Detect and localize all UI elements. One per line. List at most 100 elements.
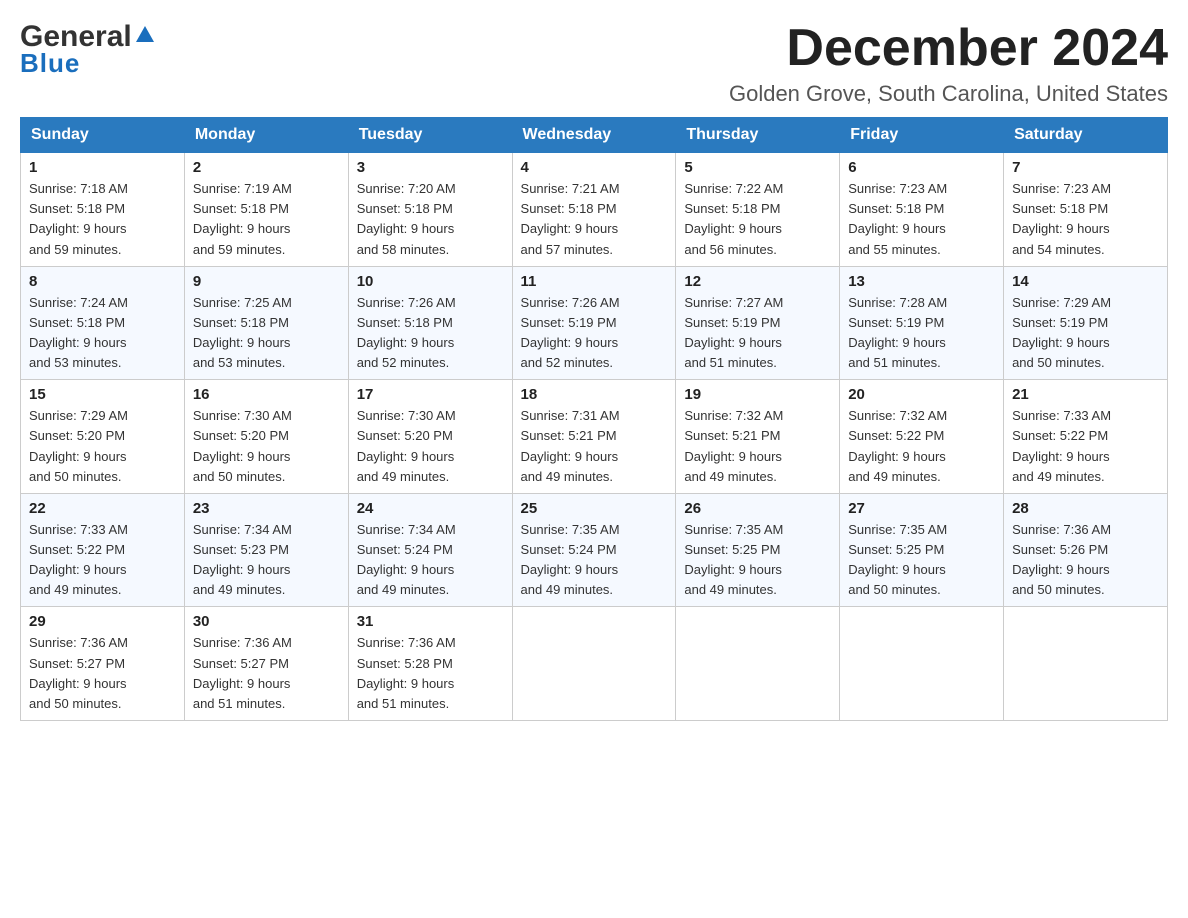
col-sunday: Sunday	[21, 118, 185, 153]
day-info: Sunrise: 7:30 AMSunset: 5:20 PMDaylight:…	[357, 408, 456, 483]
day-number: 21	[1012, 386, 1159, 403]
calendar-day-cell: 25 Sunrise: 7:35 AMSunset: 5:24 PMDaylig…	[512, 493, 676, 607]
day-info: Sunrise: 7:24 AMSunset: 5:18 PMDaylight:…	[29, 295, 128, 370]
day-info: Sunrise: 7:32 AMSunset: 5:22 PMDaylight:…	[848, 408, 947, 483]
day-info: Sunrise: 7:26 AMSunset: 5:19 PMDaylight:…	[521, 295, 620, 370]
day-info: Sunrise: 7:22 AMSunset: 5:18 PMDaylight:…	[684, 181, 783, 256]
logo: General Blue	[20, 20, 158, 79]
day-info: Sunrise: 7:33 AMSunset: 5:22 PMDaylight:…	[29, 522, 128, 597]
day-number: 15	[29, 386, 176, 403]
calendar-day-cell	[512, 607, 676, 721]
calendar-day-cell: 11 Sunrise: 7:26 AMSunset: 5:19 PMDaylig…	[512, 266, 676, 380]
col-thursday: Thursday	[676, 118, 840, 153]
calendar-day-cell: 8 Sunrise: 7:24 AMSunset: 5:18 PMDayligh…	[21, 266, 185, 380]
day-info: Sunrise: 7:35 AMSunset: 5:25 PMDaylight:…	[848, 522, 947, 597]
day-info: Sunrise: 7:34 AMSunset: 5:24 PMDaylight:…	[357, 522, 456, 597]
day-number: 29	[29, 613, 176, 630]
col-tuesday: Tuesday	[348, 118, 512, 153]
page-header: General Blue December 2024 Golden Grove,…	[20, 20, 1168, 107]
title-area: December 2024 Golden Grove, South Caroli…	[729, 20, 1168, 107]
day-number: 14	[1012, 273, 1159, 290]
calendar-day-cell: 14 Sunrise: 7:29 AMSunset: 5:19 PMDaylig…	[1004, 266, 1168, 380]
day-number: 24	[357, 500, 504, 517]
calendar-week-row: 22 Sunrise: 7:33 AMSunset: 5:22 PMDaylig…	[21, 493, 1168, 607]
day-number: 26	[684, 500, 831, 517]
col-friday: Friday	[840, 118, 1004, 153]
day-info: Sunrise: 7:30 AMSunset: 5:20 PMDaylight:…	[193, 408, 292, 483]
calendar-day-cell: 23 Sunrise: 7:34 AMSunset: 5:23 PMDaylig…	[184, 493, 348, 607]
calendar-day-cell: 28 Sunrise: 7:36 AMSunset: 5:26 PMDaylig…	[1004, 493, 1168, 607]
day-number: 30	[193, 613, 340, 630]
day-number: 16	[193, 386, 340, 403]
calendar-day-cell: 9 Sunrise: 7:25 AMSunset: 5:18 PMDayligh…	[184, 266, 348, 380]
calendar-day-cell: 1 Sunrise: 7:18 AMSunset: 5:18 PMDayligh…	[21, 153, 185, 267]
calendar-header-row: Sunday Monday Tuesday Wednesday Thursday…	[21, 118, 1168, 153]
calendar-day-cell: 13 Sunrise: 7:28 AMSunset: 5:19 PMDaylig…	[840, 266, 1004, 380]
calendar-day-cell	[676, 607, 840, 721]
calendar-day-cell: 3 Sunrise: 7:20 AMSunset: 5:18 PMDayligh…	[348, 153, 512, 267]
calendar-week-row: 1 Sunrise: 7:18 AMSunset: 5:18 PMDayligh…	[21, 153, 1168, 267]
calendar-day-cell: 29 Sunrise: 7:36 AMSunset: 5:27 PMDaylig…	[21, 607, 185, 721]
day-number: 5	[684, 159, 831, 176]
day-info: Sunrise: 7:34 AMSunset: 5:23 PMDaylight:…	[193, 522, 292, 597]
day-info: Sunrise: 7:35 AMSunset: 5:24 PMDaylight:…	[521, 522, 620, 597]
calendar-day-cell: 20 Sunrise: 7:32 AMSunset: 5:22 PMDaylig…	[840, 380, 1004, 494]
calendar-day-cell: 16 Sunrise: 7:30 AMSunset: 5:20 PMDaylig…	[184, 380, 348, 494]
calendar-day-cell: 15 Sunrise: 7:29 AMSunset: 5:20 PMDaylig…	[21, 380, 185, 494]
day-info: Sunrise: 7:23 AMSunset: 5:18 PMDaylight:…	[1012, 181, 1111, 256]
calendar-day-cell: 31 Sunrise: 7:36 AMSunset: 5:28 PMDaylig…	[348, 607, 512, 721]
calendar-day-cell: 17 Sunrise: 7:30 AMSunset: 5:20 PMDaylig…	[348, 380, 512, 494]
day-number: 10	[357, 273, 504, 290]
day-number: 31	[357, 613, 504, 630]
calendar-day-cell: 24 Sunrise: 7:34 AMSunset: 5:24 PMDaylig…	[348, 493, 512, 607]
location-subtitle: Golden Grove, South Carolina, United Sta…	[729, 81, 1168, 107]
day-info: Sunrise: 7:36 AMSunset: 5:28 PMDaylight:…	[357, 635, 456, 710]
calendar-day-cell: 12 Sunrise: 7:27 AMSunset: 5:19 PMDaylig…	[676, 266, 840, 380]
day-info: Sunrise: 7:32 AMSunset: 5:21 PMDaylight:…	[684, 408, 783, 483]
calendar-day-cell: 5 Sunrise: 7:22 AMSunset: 5:18 PMDayligh…	[676, 153, 840, 267]
col-saturday: Saturday	[1004, 118, 1168, 153]
day-info: Sunrise: 7:33 AMSunset: 5:22 PMDaylight:…	[1012, 408, 1111, 483]
calendar-table: Sunday Monday Tuesday Wednesday Thursday…	[20, 117, 1168, 721]
day-number: 3	[357, 159, 504, 176]
calendar-day-cell: 22 Sunrise: 7:33 AMSunset: 5:22 PMDaylig…	[21, 493, 185, 607]
day-info: Sunrise: 7:25 AMSunset: 5:18 PMDaylight:…	[193, 295, 292, 370]
calendar-day-cell: 10 Sunrise: 7:26 AMSunset: 5:18 PMDaylig…	[348, 266, 512, 380]
col-wednesday: Wednesday	[512, 118, 676, 153]
day-info: Sunrise: 7:20 AMSunset: 5:18 PMDaylight:…	[357, 181, 456, 256]
day-number: 4	[521, 159, 668, 176]
calendar-day-cell: 6 Sunrise: 7:23 AMSunset: 5:18 PMDayligh…	[840, 153, 1004, 267]
day-number: 2	[193, 159, 340, 176]
calendar-day-cell	[1004, 607, 1168, 721]
day-number: 22	[29, 500, 176, 517]
day-info: Sunrise: 7:29 AMSunset: 5:20 PMDaylight:…	[29, 408, 128, 483]
day-number: 23	[193, 500, 340, 517]
day-number: 9	[193, 273, 340, 290]
day-number: 8	[29, 273, 176, 290]
calendar-day-cell: 4 Sunrise: 7:21 AMSunset: 5:18 PMDayligh…	[512, 153, 676, 267]
day-number: 17	[357, 386, 504, 403]
day-number: 19	[684, 386, 831, 403]
calendar-day-cell: 18 Sunrise: 7:31 AMSunset: 5:21 PMDaylig…	[512, 380, 676, 494]
calendar-day-cell: 27 Sunrise: 7:35 AMSunset: 5:25 PMDaylig…	[840, 493, 1004, 607]
day-number: 28	[1012, 500, 1159, 517]
calendar-day-cell: 30 Sunrise: 7:36 AMSunset: 5:27 PMDaylig…	[184, 607, 348, 721]
month-title: December 2024	[729, 20, 1168, 77]
day-info: Sunrise: 7:29 AMSunset: 5:19 PMDaylight:…	[1012, 295, 1111, 370]
calendar-day-cell: 7 Sunrise: 7:23 AMSunset: 5:18 PMDayligh…	[1004, 153, 1168, 267]
day-number: 12	[684, 273, 831, 290]
calendar-day-cell: 2 Sunrise: 7:19 AMSunset: 5:18 PMDayligh…	[184, 153, 348, 267]
calendar-week-row: 15 Sunrise: 7:29 AMSunset: 5:20 PMDaylig…	[21, 380, 1168, 494]
day-info: Sunrise: 7:27 AMSunset: 5:19 PMDaylight:…	[684, 295, 783, 370]
calendar-day-cell	[840, 607, 1004, 721]
day-number: 20	[848, 386, 995, 403]
day-info: Sunrise: 7:28 AMSunset: 5:19 PMDaylight:…	[848, 295, 947, 370]
day-info: Sunrise: 7:36 AMSunset: 5:27 PMDaylight:…	[193, 635, 292, 710]
day-info: Sunrise: 7:19 AMSunset: 5:18 PMDaylight:…	[193, 181, 292, 256]
calendar-week-row: 29 Sunrise: 7:36 AMSunset: 5:27 PMDaylig…	[21, 607, 1168, 721]
day-info: Sunrise: 7:26 AMSunset: 5:18 PMDaylight:…	[357, 295, 456, 370]
day-info: Sunrise: 7:21 AMSunset: 5:18 PMDaylight:…	[521, 181, 620, 256]
day-info: Sunrise: 7:31 AMSunset: 5:21 PMDaylight:…	[521, 408, 620, 483]
calendar-day-cell: 19 Sunrise: 7:32 AMSunset: 5:21 PMDaylig…	[676, 380, 840, 494]
day-number: 1	[29, 159, 176, 176]
